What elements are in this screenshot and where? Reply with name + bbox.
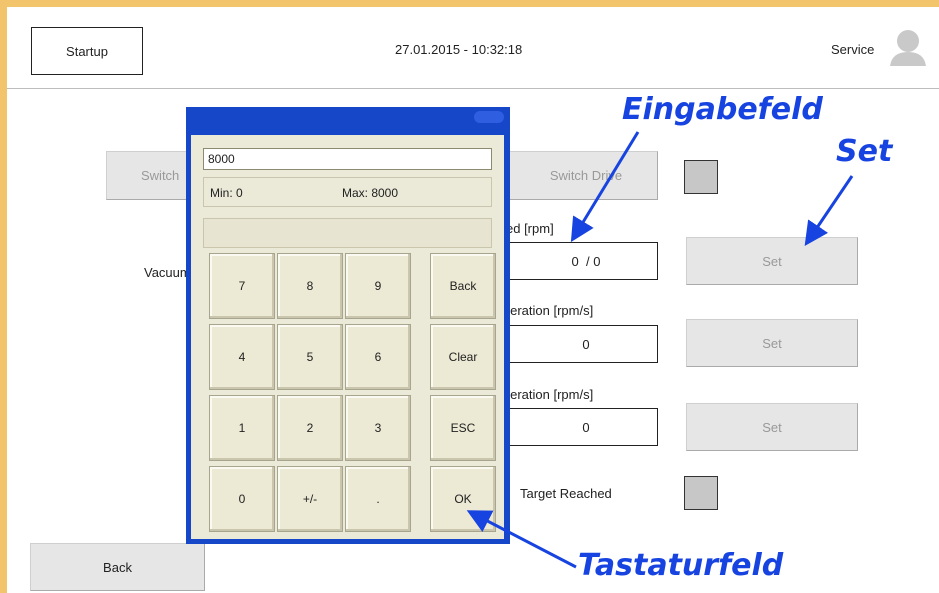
arrow-to-set-button xyxy=(804,175,854,246)
annotation-tastaturfeld: Tastaturfeld xyxy=(578,548,784,583)
key-3[interactable]: 3 xyxy=(345,395,411,461)
key-plus-minus[interactable]: +/- xyxy=(277,466,343,532)
acceleration-field[interactable]: 0 xyxy=(490,325,658,363)
annotation-set: Set xyxy=(836,134,893,169)
keypad-input-value: 8000 xyxy=(208,152,235,166)
title-bar-close-icon[interactable] xyxy=(474,111,504,123)
user-avatar-icon[interactable] xyxy=(888,28,928,68)
back-button-label: Back xyxy=(103,559,132,575)
keypad-body: 8000 Min: 0 Max: 8000 7 8 9 Back 4 5 6 Clear 1 2 3… xyxy=(191,135,504,539)
set-deceleration-button-label: Set xyxy=(762,419,782,435)
target-reached-label: Target Reached xyxy=(520,486,612,501)
key-esc[interactable]: ESC xyxy=(430,395,496,461)
range-display: Min: 0 Max: 8000 xyxy=(203,177,492,207)
drive-status-indicator xyxy=(684,160,718,194)
key-2[interactable]: 2 xyxy=(277,395,343,461)
key-ok[interactable]: OK xyxy=(430,466,496,532)
key-decimal[interactable]: . xyxy=(345,466,411,532)
speed-label: ed [rpm] xyxy=(506,221,554,236)
key-8[interactable]: 8 xyxy=(277,253,343,319)
key-7[interactable]: 7 xyxy=(209,253,275,319)
set-acceleration-button-label: Set xyxy=(762,335,782,351)
key-5[interactable]: 5 xyxy=(277,324,343,390)
keypad-dialog: 8000 Min: 0 Max: 8000 7 8 9 Back 4 5 6 Clear 1 2 3… xyxy=(186,107,510,544)
set-acceleration-button[interactable]: Set xyxy=(686,319,858,367)
target-reached-indicator xyxy=(684,476,718,510)
key-back[interactable]: Back xyxy=(430,253,496,319)
set-speed-button[interactable]: Set xyxy=(686,237,858,285)
deceleration-label: eleration [rpm/s] xyxy=(500,387,594,402)
window-frame-top xyxy=(0,0,939,7)
startup-button[interactable]: Startup xyxy=(31,27,143,75)
speed-field-value: 0 / 0 xyxy=(571,253,601,269)
key-9[interactable]: 9 xyxy=(345,253,411,319)
deceleration-field-value: 0 xyxy=(582,419,590,435)
key-6[interactable]: 6 xyxy=(345,324,411,390)
set-deceleration-button[interactable]: Set xyxy=(686,403,858,451)
switch-button[interactable]: Switch xyxy=(106,151,196,200)
back-button[interactable]: Back xyxy=(30,543,205,591)
acceleration-field-value: 0 xyxy=(582,336,590,352)
speed-field[interactable]: 0 / 0 xyxy=(490,242,658,280)
switch-button-label: Switch xyxy=(141,168,180,183)
switch-drive-button-label: Switch Drive xyxy=(549,168,623,183)
max-label: Max: 8000 xyxy=(342,186,399,200)
deceleration-field[interactable]: 0 xyxy=(490,408,658,446)
acceleration-label: eleration [rpm/s] xyxy=(500,303,594,318)
service-label: Service xyxy=(831,42,875,57)
key-0[interactable]: 0 xyxy=(209,466,275,532)
annotation-eingabefeld: Eingabefeld xyxy=(622,92,823,127)
min-label: Min: 0 xyxy=(210,186,243,200)
window-frame-left xyxy=(0,0,7,593)
switch-drive-button[interactable]: Switch Drive xyxy=(490,151,658,200)
keypad-input[interactable]: 8000 xyxy=(203,148,492,170)
startup-button-label: Startup xyxy=(66,43,108,59)
vacuum-label: Vacuum xyxy=(144,265,191,280)
key-clear[interactable]: Clear xyxy=(430,324,496,390)
message-display xyxy=(203,218,492,248)
datetime-display: 27.01.2015 - 10:32:18 xyxy=(395,42,523,57)
header-divider xyxy=(7,88,939,89)
key-1[interactable]: 1 xyxy=(209,395,275,461)
key-4[interactable]: 4 xyxy=(209,324,275,390)
set-speed-button-label: Set xyxy=(762,253,782,269)
